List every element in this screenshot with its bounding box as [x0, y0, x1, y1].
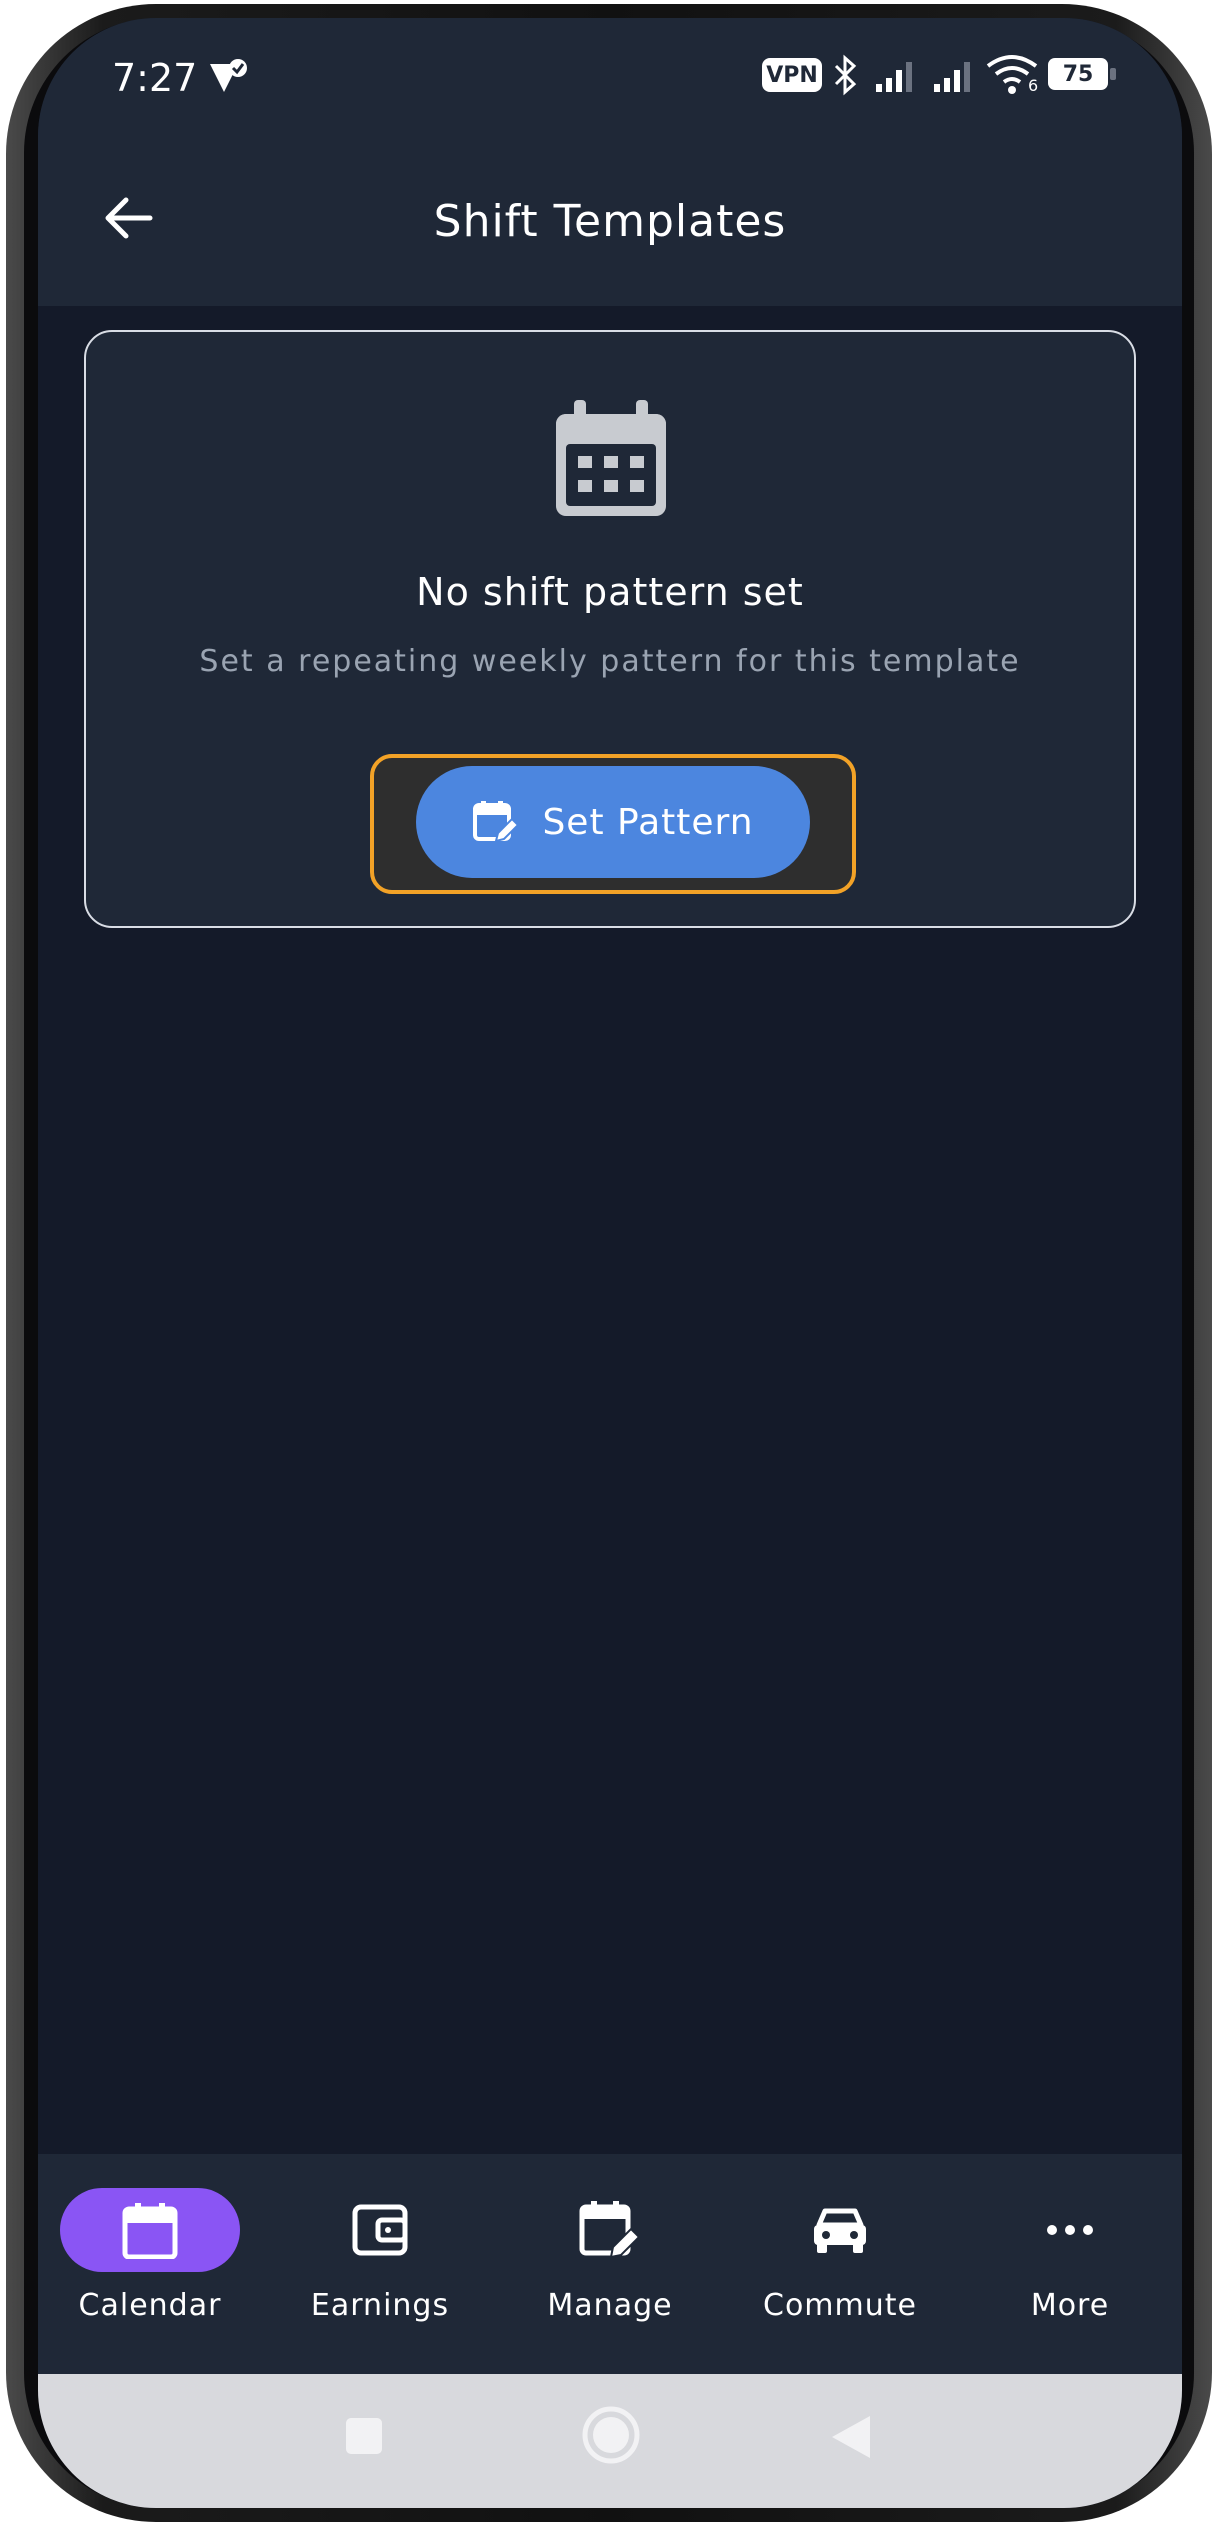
empty-state-card: No shift pattern set Set a repeating wee… [84, 330, 1136, 928]
square-icon [346, 2418, 382, 2454]
nav-item-manage[interactable]: Manage [510, 2188, 710, 2323]
app-bar: Shift Templates [38, 138, 1182, 306]
car-icon [814, 2208, 866, 2253]
battery-tip [1110, 68, 1116, 80]
set-pattern-label: Set Pattern [542, 801, 754, 843]
vpn-badge: VPN [762, 58, 822, 92]
nav-label-commute: Commute [763, 2288, 917, 2323]
app-screen: 7:27 VPN 6 75 Shift Templates No shift p… [38, 18, 1182, 2508]
signal-icon-2 [934, 62, 970, 92]
vpn-label: VPN [766, 62, 818, 88]
nav-item-more[interactable]: More [970, 2188, 1170, 2323]
back-nav-button[interactable] [828, 2414, 874, 2464]
battery-level: 75 [1062, 61, 1094, 87]
bottom-navigation: Calendar Earnings Manage Commute More [38, 2154, 1182, 2374]
nav-item-calendar[interactable]: Calendar [50, 2188, 250, 2323]
nav-label-more: More [1030, 2288, 1110, 2323]
status-time: 7:27 [112, 56, 198, 100]
status-bar: 7:27 VPN 6 75 [38, 18, 1182, 138]
nav-label-manage: Manage [547, 2288, 673, 2323]
circle-icon [582, 2406, 640, 2464]
nav-label-earnings: Earnings [310, 2288, 450, 2323]
shield-check-icon [210, 59, 247, 92]
page-title: Shift Templates [433, 196, 787, 247]
calendar-edit-icon [579, 2201, 641, 2259]
nav-item-commute[interactable]: Commute [740, 2188, 940, 2323]
empty-state-subtitle: Set a repeating weekly pattern for this … [199, 644, 1021, 679]
nav-label-calendar: Calendar [78, 2288, 222, 2323]
calendar-icon [122, 2203, 178, 2259]
wallet-icon [352, 2204, 408, 2256]
home-button[interactable] [580, 2404, 642, 2470]
network-generation: 6 [1028, 76, 1039, 95]
bluetooth-icon [834, 54, 857, 96]
empty-state-title: No shift pattern set [416, 570, 804, 614]
set-pattern-button[interactable]: Set Pattern [416, 766, 810, 878]
signal-icon [876, 62, 912, 92]
triangle-back-icon [832, 2416, 870, 2458]
battery-indicator: 75 [1048, 58, 1108, 90]
recents-button[interactable] [344, 2416, 384, 2460]
more-horizontal-icon [1047, 2225, 1093, 2235]
nav-selected-indicator [60, 2188, 240, 2272]
calendar-icon [556, 400, 666, 516]
calendar-edit-icon [473, 801, 519, 843]
nav-item-earnings[interactable]: Earnings [280, 2188, 480, 2323]
system-navigation-bar [38, 2374, 1182, 2508]
